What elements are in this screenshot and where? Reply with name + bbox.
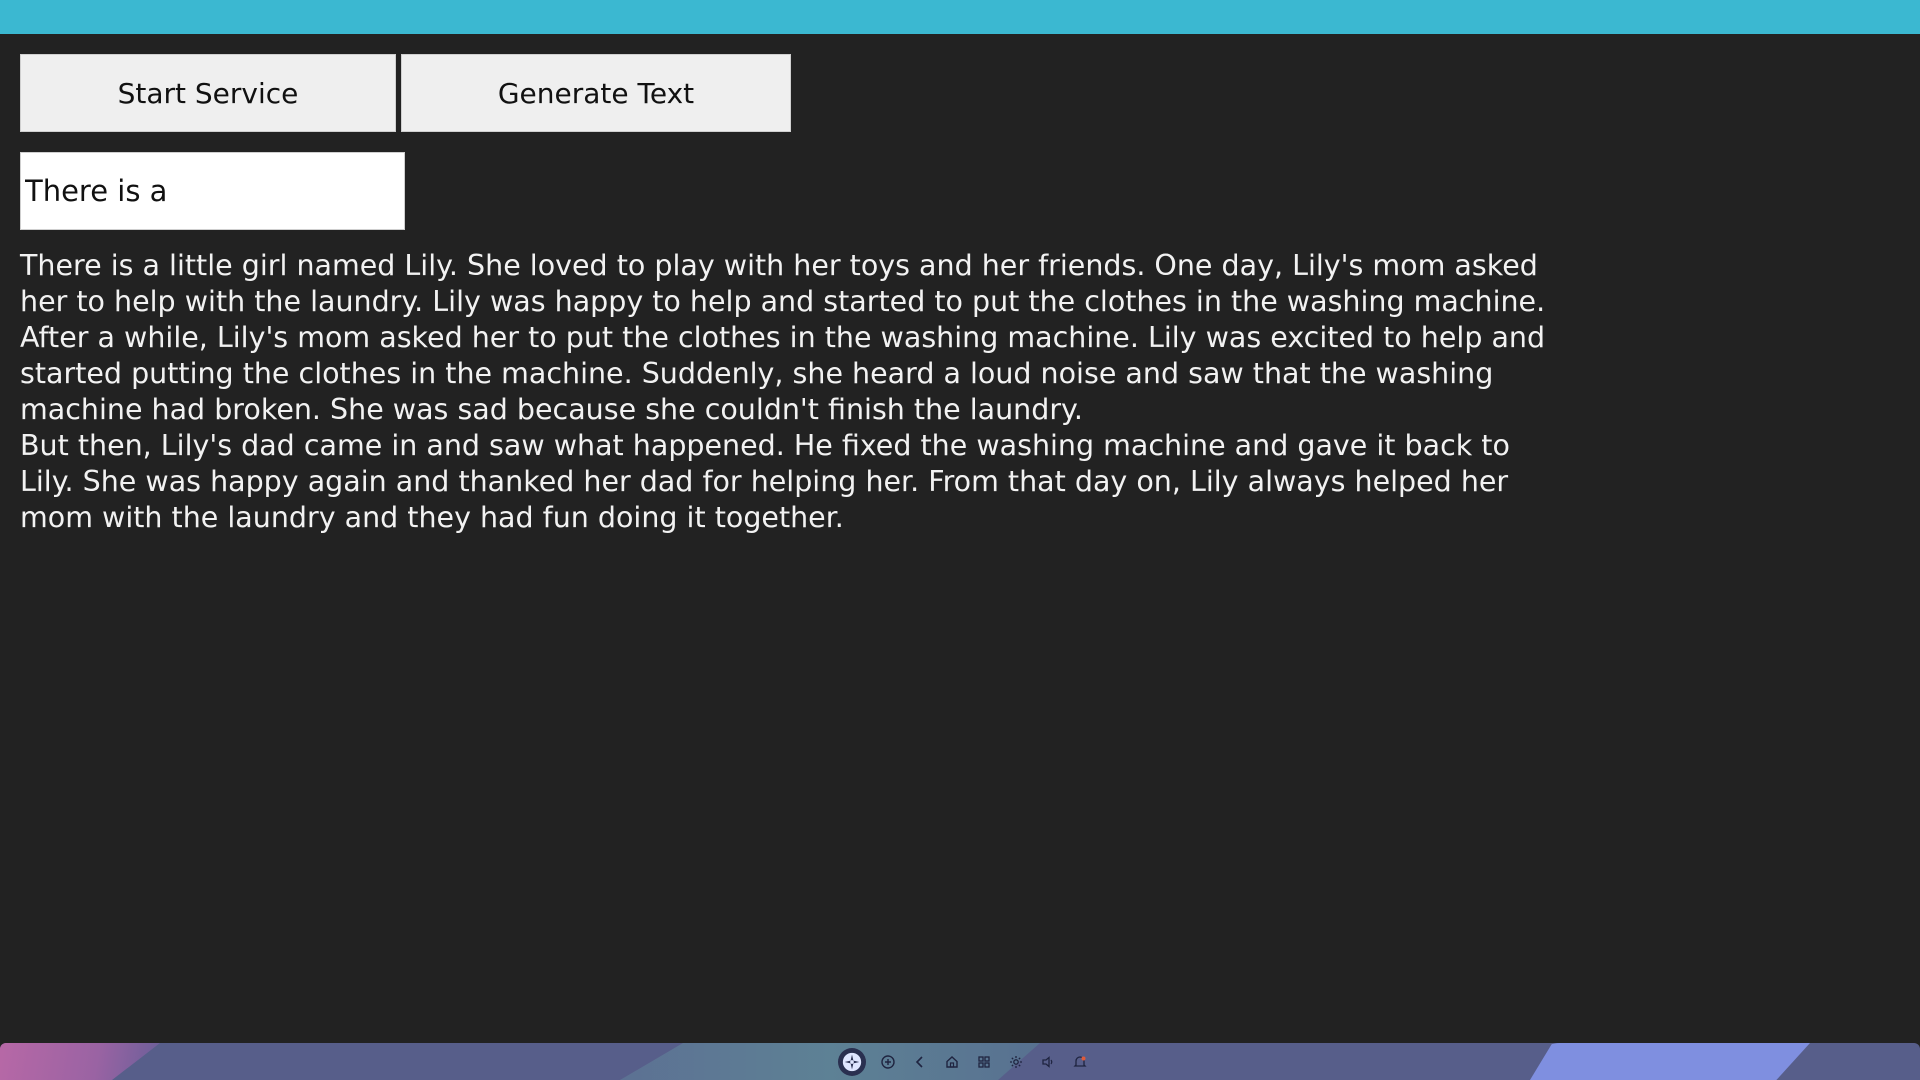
volume-icon[interactable] [1037, 1052, 1058, 1073]
apps-icon[interactable] [973, 1052, 994, 1073]
generated-text-output: There is a little girl named Lily. She l… [20, 248, 1560, 536]
settings-icon[interactable] [1005, 1052, 1026, 1073]
output-paragraph: After a while, Lily's mom asked her to p… [20, 321, 1546, 426]
launcher-icon[interactable] [838, 1048, 866, 1076]
button-row: Start Service Generate Text [20, 54, 1900, 132]
app-content: Start Service Generate Text There is a l… [20, 54, 1900, 536]
notification-icon[interactable] [1069, 1052, 1090, 1073]
dock-decoration [0, 1043, 160, 1080]
back-icon[interactable] [909, 1052, 930, 1073]
home-icon[interactable] [941, 1052, 962, 1073]
dock-decoration [1530, 1043, 1810, 1080]
prompt-input[interactable] [20, 152, 405, 230]
add-icon[interactable] [877, 1052, 898, 1073]
generate-text-button[interactable]: Generate Text [401, 54, 791, 132]
dock-icon-row [838, 1047, 1090, 1077]
output-paragraph: There is a little girl named Lily. She l… [20, 249, 1546, 318]
navigation-dock [0, 1043, 1920, 1080]
status-bar [0, 0, 1920, 34]
start-service-button[interactable]: Start Service [20, 54, 396, 132]
output-paragraph: But then, Lily's dad came in and saw wha… [20, 429, 1510, 534]
